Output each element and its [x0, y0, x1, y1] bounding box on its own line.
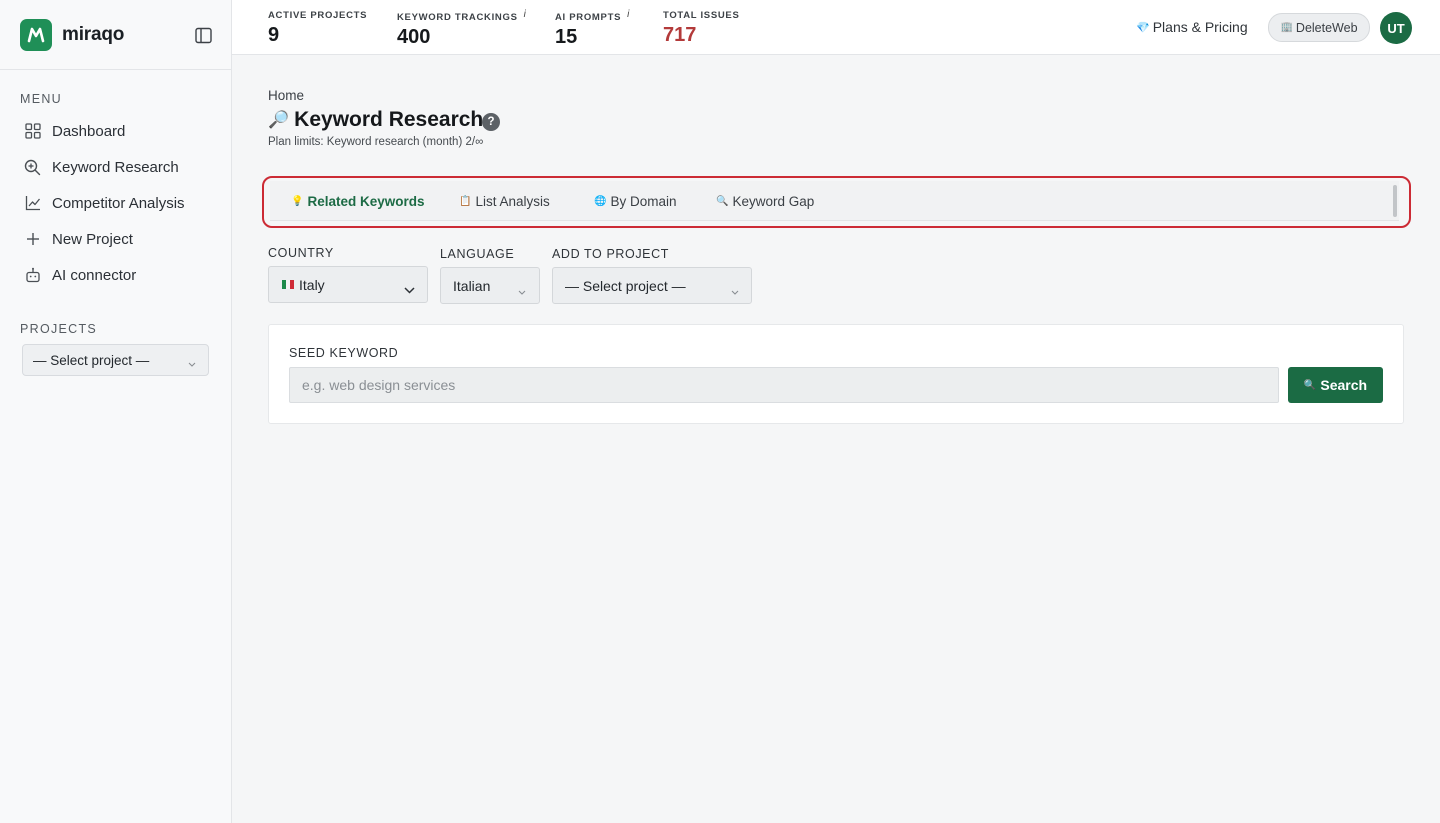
chevron-down-icon	[518, 283, 526, 299]
stat-value: 9	[268, 24, 280, 46]
plan-limits-text: Plan limits: Keyword research (month) 2/…	[268, 136, 484, 148]
line-chart-icon	[24, 195, 41, 212]
user-avatar[interactable]: UT	[1380, 12, 1412, 44]
building-icon: 🏢	[1280, 22, 1293, 33]
lightbulb-icon: 💡	[291, 196, 304, 207]
stat-label: AI PROMPTS	[555, 12, 622, 23]
sidebar-item-label: New Project	[52, 230, 133, 248]
tab-bar-scrollbar[interactable]	[1393, 185, 1397, 217]
tab-by-domain[interactable]: 🌐 By Domain	[594, 194, 676, 209]
gem-icon: 💎	[1136, 21, 1150, 34]
page-title-text: Keyword Research	[294, 108, 484, 131]
magnifier-icon: 🔍	[716, 196, 729, 207]
brand: miraqo	[0, 0, 231, 70]
brand-name: miraqo	[62, 23, 125, 45]
sidebar-item-keyword-research[interactable]: Keyword Research	[0, 149, 231, 185]
help-icon[interactable]: ?	[482, 113, 500, 131]
info-icon[interactable]: i	[524, 9, 527, 20]
chevron-down-icon	[731, 283, 739, 299]
stat-ai-prompts: AI PROMPTS i 15	[555, 9, 630, 49]
stat-label: TOTAL ISSUES	[663, 10, 740, 21]
seed-keyword-card: SEED KEYWORD 🔍 Search	[268, 324, 1404, 424]
language-select[interactable]: Italian	[440, 267, 540, 304]
dashboard-grid-icon	[24, 123, 41, 140]
logo-icon[interactable]	[20, 18, 52, 51]
italy-flag-icon	[282, 280, 294, 289]
tab-list-analysis[interactable]: 📋 List Analysis	[459, 194, 550, 209]
stat-keyword-trackings: KEYWORD TRACKINGS i 400	[397, 9, 527, 49]
plus-icon	[24, 231, 41, 248]
robot-icon	[24, 267, 41, 284]
search-button-label: Search	[1320, 377, 1368, 393]
tabs-highlight-frame: 💡 Related Keywords 📋 List Analysis 🌐 By …	[262, 176, 1411, 228]
site-switcher-label: DeleteWeb	[1295, 20, 1358, 35]
country-label: COUNTRY	[268, 246, 334, 260]
sidebar: miraqo MENU Dashboard Keyword Research C…	[0, 0, 232, 823]
stat-active-projects: ACTIVE PROJECTS 9	[268, 10, 367, 47]
stat-total-issues: TOTAL ISSUES 717	[663, 10, 740, 47]
stat-label: ACTIVE PROJECTS	[268, 10, 368, 21]
sidebar-item-label: Competitor Analysis	[52, 194, 185, 212]
tab-label: Keyword Gap	[732, 194, 815, 209]
stat-value: 15	[555, 26, 578, 48]
tab-bar: 💡 Related Keywords 📋 List Analysis 🌐 By …	[270, 181, 1399, 221]
tab-label: By Domain	[610, 194, 677, 209]
add-to-project-select-value: — Select project —	[565, 277, 686, 294]
clipboard-icon: 📋	[459, 196, 472, 207]
sidebar-menu: Dashboard Keyword Research Competitor An…	[0, 113, 231, 293]
sidebar-item-competitor-analysis[interactable]: Competitor Analysis	[0, 185, 231, 221]
sidebar-item-ai-connector[interactable]: AI connector	[0, 257, 231, 293]
sidebar-item-new-project[interactable]: New Project	[0, 221, 231, 257]
stat-label: KEYWORD TRACKINGS	[397, 12, 518, 23]
top-bar: ACTIVE PROJECTS 9 KEYWORD TRACKINGS i 400…	[232, 0, 1440, 55]
country-select[interactable]: Italy	[268, 266, 428, 303]
tab-label: List Analysis	[475, 194, 550, 209]
projects-heading: PROJECTS	[20, 322, 98, 336]
seed-keyword-label: SEED KEYWORD	[289, 346, 399, 360]
chevron-down-icon	[188, 356, 196, 371]
sidebar-item-label: AI connector	[52, 266, 137, 284]
stat-value: 717	[663, 24, 697, 46]
stat-value: 400	[397, 26, 431, 48]
sidebar-project-select-value: — Select project —	[33, 352, 150, 368]
tab-related-keywords[interactable]: 💡 Related Keywords	[291, 194, 425, 209]
language-select-value: Italian	[453, 277, 491, 294]
search-plus-icon	[24, 159, 41, 176]
sidebar-item-label: Keyword Research	[52, 158, 179, 176]
sidebar-item-label: Dashboard	[52, 122, 126, 140]
language-label: LANGUAGE	[440, 247, 515, 261]
info-icon[interactable]: i	[627, 9, 630, 20]
plans-pricing-link[interactable]: 💎 Plans & Pricing	[1136, 19, 1248, 35]
add-to-project-label: ADD TO PROJECT	[552, 247, 669, 261]
sidebar-item-dashboard[interactable]: Dashboard	[0, 113, 231, 149]
magnifier-icon: 🔎	[268, 110, 290, 129]
main-content: Home 🔎 Keyword Research ? Plan limits: K…	[232, 56, 1440, 823]
add-to-project-select[interactable]: — Select project —	[552, 267, 752, 304]
search-button[interactable]: 🔍 Search	[1288, 367, 1383, 403]
breadcrumb-home[interactable]: Home	[268, 88, 304, 103]
chevron-down-icon	[404, 281, 415, 297]
search-icon: 🔍	[1303, 379, 1317, 391]
plans-pricing-label: Plans & Pricing	[1152, 19, 1248, 35]
country-select-value: Italy	[299, 276, 325, 293]
page-title: 🔎 Keyword Research	[268, 108, 483, 132]
seed-keyword-input[interactable]	[289, 367, 1279, 403]
sidebar-project-select[interactable]: — Select project —	[22, 344, 209, 376]
globe-icon: 🌐	[594, 196, 607, 207]
tab-keyword-gap[interactable]: 🔍 Keyword Gap	[716, 194, 814, 209]
site-switcher-button[interactable]: 🏢 DeleteWeb	[1268, 13, 1370, 42]
menu-heading: MENU	[20, 92, 63, 106]
tab-label: Related Keywords	[307, 194, 425, 209]
sidebar-toggle-icon[interactable]	[193, 25, 213, 45]
